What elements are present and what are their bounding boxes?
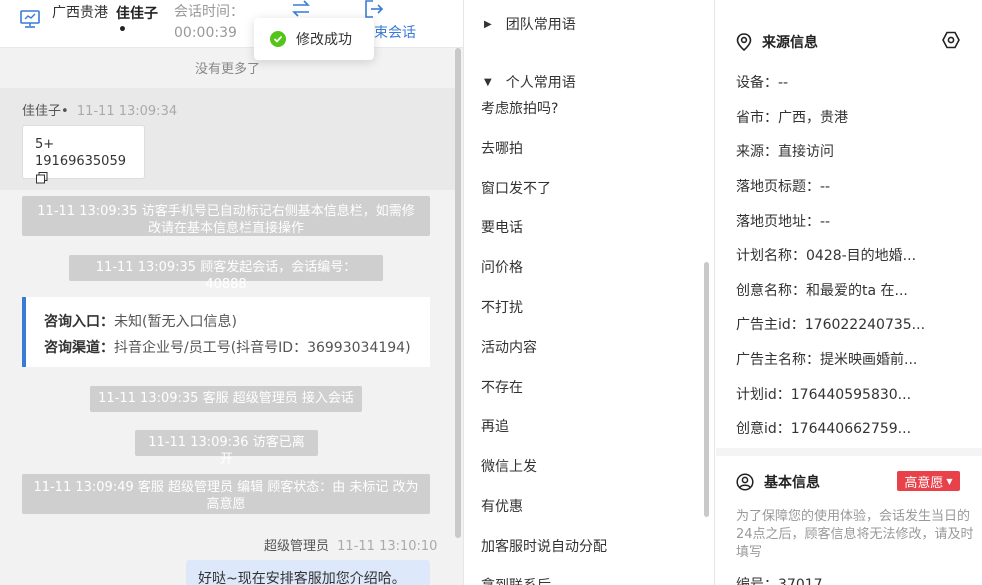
no-more-label: 没有更多了 — [194, 62, 260, 77]
consult-channel-value: 抖音企业号/员工号(抖音号ID：36993034194) — [114, 340, 411, 356]
session-time-label: 会话时间： — [174, 4, 244, 20]
system-message: 11-11 13:09:35 顾客发起会话，会话编号：40888 — [69, 255, 383, 292]
system-message: 11-11 13:09:35 访客手机号已自动标记右侧基本信息栏，如需修改请在基… — [22, 196, 430, 236]
intent-status-label: 高意愿 — [904, 475, 944, 491]
message-sender: 佳佳子• — [22, 104, 69, 119]
visitor-info-pane: 来源信息 设备：-- 省市：广西，贵港 来源：直接访问 落地页标题：-- 落地页… — [716, 0, 982, 585]
user-circle-icon — [736, 473, 754, 491]
info-row: 创意名称：和最爱的ta 在... — [736, 283, 908, 299]
info-row: 广告主名称：提米映画婚前... — [736, 352, 918, 368]
basic-info-header: 基本信息 — [736, 472, 820, 492]
edit-notice: 为了保障您的使用体验，会话发生当日的24点之后，顾客信息将无法修改，请及时填写 — [736, 509, 974, 560]
check-circle-icon — [270, 31, 286, 47]
visitor-name: 佳佳子 — [116, 6, 158, 22]
agent-message-meta: 超级管理员 11-11 13:10:10 — [264, 535, 437, 554]
monitor-icon — [20, 10, 40, 28]
info-row: 创意id：176440662759... — [736, 421, 912, 437]
section-title: 基本信息 — [764, 475, 820, 491]
phrase-item[interactable]: 加客服时说自动分配 — [481, 536, 607, 556]
phrase-item[interactable]: 窗口发不了 — [481, 178, 551, 198]
settings-icon[interactable] — [942, 31, 960, 49]
visitor-dot: • — [118, 22, 127, 38]
info-row: 来源：直接访问 — [736, 144, 834, 160]
phrase-item[interactable]: 拿到联系后 — [481, 575, 551, 585]
intent-status-dropdown[interactable]: 高意愿 ▼ — [897, 471, 960, 491]
chat-pane: 广西贵港 佳佳子 • 会话时间： 00:00:39 结束会话 修改成功 没有更多… — [0, 0, 463, 585]
phrase-item[interactable]: 不存在 — [481, 377, 523, 397]
toast-text: 修改成功 — [296, 32, 352, 48]
caret-right-icon: ▶ — [484, 18, 492, 30]
consult-entry-value: 未知(暂无入口信息) — [114, 314, 237, 330]
phrase-item[interactable]: 有优惠 — [481, 496, 523, 516]
system-message: 11-11 13:09:35 客服 超级管理员 接入会话 — [90, 386, 362, 412]
info-row: 编号：37017 — [736, 577, 823, 585]
agent-message-bubble: 好哒~现在安排客服加您介绍哈。请 — [186, 560, 430, 585]
consult-entry-label: 咨询入口： — [44, 314, 114, 330]
info-row: 省市：广西，贵港 — [736, 110, 848, 126]
info-row: 落地页地址：-- — [736, 214, 831, 230]
system-message: 11-11 13:09:49 客服 超级管理员 编辑 顾客状态：由 未标记 改为… — [22, 474, 430, 514]
chat-header: 广西贵港 佳佳子 • 会话时间： 00:00:39 结束会话 — [0, 0, 463, 48]
phone-number-text: 5+ 19169635059 — [35, 137, 126, 169]
consult-info-card: 咨询入口：未知(暂无入口信息) 咨询渠道：抖音企业号/员工号(抖音号ID：369… — [22, 297, 430, 367]
phrase-item[interactable]: 要电话 — [481, 217, 523, 237]
phrase-item[interactable]: 活动内容 — [481, 337, 537, 357]
session-time-value: 00:00:39 — [174, 25, 237, 41]
phrase-item[interactable]: 再追 — [481, 416, 509, 436]
group-label: 团队常用语 — [505, 17, 576, 33]
phrase-item[interactable]: 不打扰 — [481, 297, 523, 317]
location-pin-icon — [736, 33, 752, 51]
quick-phrases-pane: ▶ 团队常用语 ▼ 个人常用语 考虑旅拍吗? 去哪拍 窗口发不了 要电话 问价格… — [463, 0, 715, 585]
section-divider — [716, 448, 982, 456]
success-toast: 修改成功 — [254, 18, 374, 60]
info-row: 设备：-- — [736, 75, 789, 91]
visitor-message-meta: 佳佳子• 11-11 13:09:34 — [22, 100, 177, 119]
phone-number-card: 5+ 19169635059 — [22, 125, 145, 184]
transfer-icon[interactable] — [290, 0, 312, 18]
phrase-item[interactable]: 微信上发 — [481, 456, 537, 476]
caret-down-icon: ▼ — [484, 76, 492, 88]
consult-channel-label: 咨询渠道： — [44, 340, 114, 356]
section-title: 来源信息 — [762, 35, 818, 51]
copy-icon[interactable] — [36, 172, 48, 189]
phrase-item[interactable]: 问价格 — [481, 257, 523, 277]
caret-down-icon: ▼ — [946, 476, 953, 486]
info-row: 落地页标题：-- — [736, 179, 831, 195]
chat-scrollbar[interactable] — [455, 48, 461, 538]
phrase-item[interactable]: 考虑旅拍吗? — [481, 98, 558, 118]
info-row: 广告主id：176022240735... — [736, 317, 926, 333]
message-time: 11-11 13:10:10 — [337, 539, 438, 554]
phrase-item[interactable]: 去哪拍 — [481, 138, 523, 158]
end-session-icon[interactable] — [364, 0, 384, 18]
message-time: 11-11 13:09:34 — [76, 104, 178, 119]
system-message: 11-11 13:09:36 访客已离开 — [135, 430, 318, 467]
team-phrases-group[interactable]: ▶ 团队常用语 — [484, 14, 576, 34]
personal-phrases-group[interactable]: ▼ 个人常用语 — [484, 72, 576, 92]
group-label: 个人常用语 — [505, 75, 576, 91]
info-row: 计划名称：0428-目的地婚... — [736, 248, 917, 264]
source-info-header: 来源信息 — [736, 32, 818, 52]
visitor-region: 广西贵港 — [52, 5, 108, 21]
message-sender: 超级管理员 — [264, 539, 330, 554]
phrases-scrollbar[interactable] — [704, 262, 709, 517]
info-row: 计划id：176440595830... — [736, 387, 912, 403]
